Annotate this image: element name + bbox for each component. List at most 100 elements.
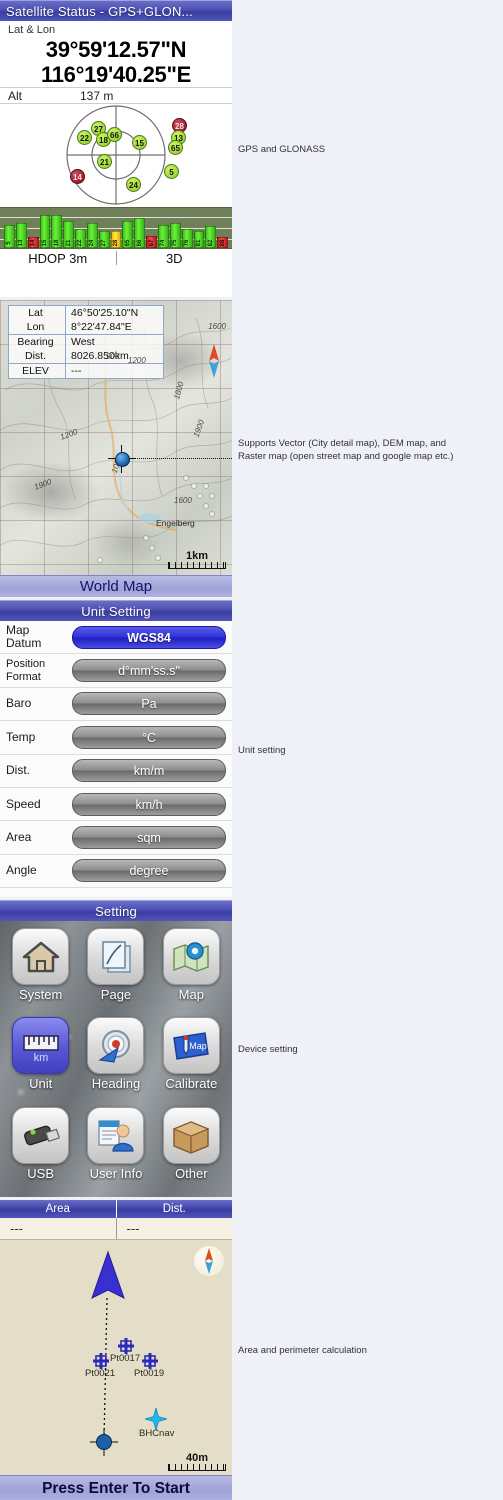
world-map-footer[interactable]: World Map: [0, 575, 232, 597]
satellite-dot: 65: [168, 140, 183, 155]
unit-value-button[interactable]: degree: [72, 859, 226, 883]
signal-bar-list: 5 13 14 15 18 21 22 24 27 28 65 66 67 74 75 76 81 82 88: [4, 210, 229, 248]
unit-row-list: Map Datum WGS84 Position Format d°mm'ss.s" B…: [0, 621, 232, 889]
signal-bar-label: 5: [6, 241, 13, 245]
altitude-row: Alt 137 m: [0, 87, 232, 104]
signal-bar-label: 15: [41, 239, 48, 247]
unit-value-button[interactable]: °C: [72, 725, 226, 749]
svg-text:Map: Map: [190, 1041, 208, 1051]
unit-value-button[interactable]: Pa: [72, 692, 226, 716]
satellite-dot: 21: [97, 154, 112, 169]
setting-item-other[interactable]: Other: [154, 1104, 229, 1193]
map-canvas[interactable]: Lat 46°50'25.10"N Lon 8°22'47.84"E Bearing We…: [0, 300, 232, 575]
signal-bar: 21: [63, 220, 75, 248]
unit-value-button[interactable]: sqm: [72, 826, 226, 850]
setting-item-system[interactable]: System: [3, 925, 78, 1014]
world-map-panel: Lat 46°50'25.10"N Lon 8°22'47.84"E Bearing We…: [0, 300, 232, 597]
north-needle-icon: [209, 344, 219, 378]
unit-row-label: Position Format: [6, 657, 46, 683]
longitude-value: 116°19'40.25"E: [41, 62, 191, 87]
setting-item-label: Page: [100, 987, 132, 1002]
pages-icon[interactable]: [87, 928, 145, 985]
unit-row-angle[interactable]: Angle degree: [0, 855, 232, 889]
area-scale-value: 40m: [185, 1452, 209, 1464]
satellite-dot: 14: [70, 169, 85, 184]
waypoint-label: Pt0017: [110, 1353, 141, 1364]
unit-row-label: Angle: [6, 863, 37, 878]
unit-row-label: Speed: [6, 796, 41, 811]
signal-bar: 88: [217, 236, 229, 248]
unit-row-dist[interactable]: Dist. km/m: [0, 755, 232, 788]
map-position-marker: [108, 445, 136, 473]
setting-item-label: System: [18, 987, 63, 1002]
satellite-status-panel: Satellite Status - GPS+GLON... Lat & Lon…: [0, 0, 232, 297]
setting-item-user-info[interactable]: User Info: [78, 1104, 153, 1193]
signal-bar: 18: [51, 214, 63, 248]
setting-item-page[interactable]: Page: [78, 925, 153, 1014]
svg-text:km: km: [33, 1052, 48, 1064]
contour-label: 1600: [208, 322, 226, 331]
map-info-value: 8°22'47.84"E: [65, 320, 163, 334]
map-scale-value: 1km: [185, 550, 209, 562]
signal-bar: 15: [39, 214, 51, 248]
hdop-value: HDOP 3m: [28, 250, 88, 266]
press-enter-button[interactable]: Press Enter To Start: [0, 1475, 232, 1500]
setting-item-label: Heading: [91, 1076, 141, 1092]
contour-label: 1200: [128, 356, 146, 365]
compass-gear-icon[interactable]: [87, 1017, 145, 1075]
signal-bar-label: 65: [124, 239, 131, 247]
unit-row-speed[interactable]: Speed km/h: [0, 788, 232, 822]
unit-value-button[interactable]: km/h: [72, 792, 226, 816]
unit-row-area[interactable]: Area sqm: [0, 821, 232, 855]
calibrate-icon[interactable]: Map: [162, 1017, 220, 1075]
signal-bar: 75: [169, 222, 181, 248]
signal-bar: 65: [122, 220, 134, 248]
altitude-label: Alt: [8, 88, 23, 103]
setting-item-usb[interactable]: USB: [3, 1104, 78, 1193]
annotation-map-line1: Supports Vector (City detail map), DEM m…: [238, 438, 447, 449]
box-icon[interactable]: [162, 1106, 220, 1164]
setting-item-calibrate[interactable]: Map Calibrate: [154, 1014, 229, 1103]
fix-type-value: 3D: [165, 250, 183, 266]
ruler-km-icon[interactable]: km: [12, 1017, 70, 1075]
setting-item-heading[interactable]: Heading: [78, 1014, 153, 1103]
annotation-unit: Unit setting: [238, 745, 286, 756]
map-gear-icon[interactable]: [162, 928, 220, 985]
area-map-canvas[interactable]: Pt0017 Pt0021 Pt0019 BHCnav 40m: [0, 1240, 232, 1475]
usb-icon[interactable]: [12, 1106, 70, 1164]
unit-row-position-format[interactable]: Position Format d°mm'ss.s": [0, 654, 232, 688]
setting-item-label: Calibrate: [165, 1076, 218, 1092]
coordinate-block: Lat & Lon 39°59'12.57"N 116°19'40.25"E: [0, 21, 232, 87]
setting-item-unit[interactable]: km Unit: [3, 1014, 78, 1103]
unit-row-baro[interactable]: Baro Pa: [0, 688, 232, 722]
fix-status-row: HDOP 3m 3D: [0, 249, 232, 267]
signal-bar: 76: [181, 229, 193, 248]
signal-bar-label: 21: [65, 239, 72, 247]
unit-value-button[interactable]: WGS84: [72, 625, 226, 649]
home-icon[interactable]: [12, 928, 70, 985]
map-info-value: 46°50'25.10"N: [65, 306, 163, 320]
area-calculation-panel: Area Dist. --- --- Pt0017 Pt0021 Pt0019 BHC…: [0, 1200, 232, 1500]
map-info-value: West: [65, 335, 163, 349]
map-info-key: Lon: [26, 321, 45, 333]
signal-bar: 66: [134, 217, 146, 248]
annotation-setting: Device setting: [238, 1044, 298, 1055]
sky-plot: 27 22 18 66 15 21 24 5 14 28 13 65: [0, 104, 232, 207]
signal-bar-label: 24: [89, 239, 96, 247]
signal-bar-label: 76: [184, 239, 191, 247]
setting-icon-grid: System Page Map km Unit Heading Map Calibrate US…: [0, 921, 232, 1197]
signal-bar: 13: [15, 222, 27, 248]
signal-bar: 27: [98, 230, 110, 248]
area-column-header: Area: [0, 1200, 116, 1218]
latitude-value: 39°59'12.57"N: [45, 37, 187, 62]
signal-bar-label: 66: [136, 239, 143, 247]
satellite-dot: 24: [126, 177, 141, 192]
map-info-key: Dist.: [25, 350, 46, 362]
unit-row-map-datum[interactable]: Map Datum WGS84: [0, 621, 232, 655]
unit-value-button[interactable]: km/m: [72, 759, 226, 783]
user-info-icon[interactable]: [87, 1106, 145, 1164]
signal-bar-label: 74: [160, 239, 167, 247]
unit-value-button[interactable]: d°mm'ss.s": [72, 659, 226, 683]
unit-row-temp[interactable]: Temp °C: [0, 721, 232, 755]
setting-item-map[interactable]: Map: [154, 925, 229, 1014]
